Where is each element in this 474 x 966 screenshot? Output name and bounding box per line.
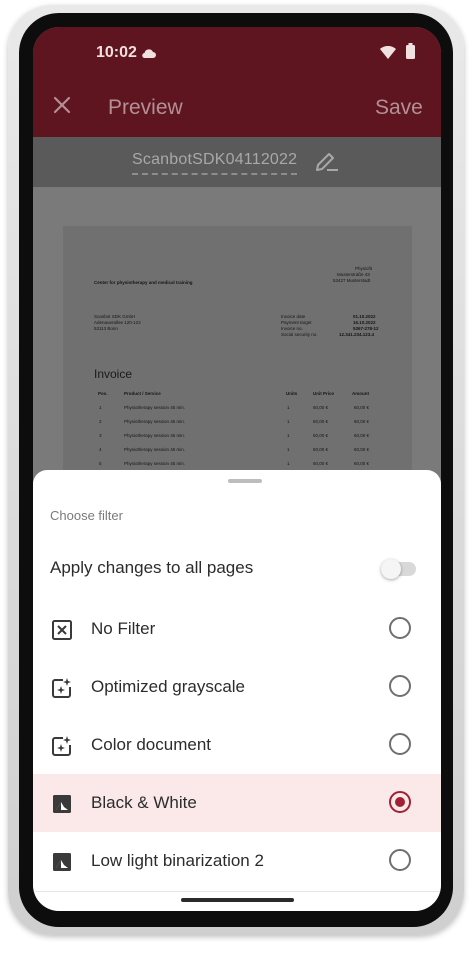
recipient-line: Adenauerallee 120-122: [94, 320, 141, 325]
meta-label: Social security no.: [281, 332, 318, 337]
no-filter-icon: [52, 620, 72, 640]
filter-label: No Filter: [91, 619, 156, 638]
meta-value: 16.10.2022: [353, 320, 376, 325]
recipient-line: 53113 Bonn: [94, 326, 118, 331]
screen: 10:02 Preview Save ScanbotSDK04112022 Ph…: [33, 27, 441, 911]
company-line: Physiofit: [355, 266, 373, 271]
table-header: Units: [286, 391, 298, 396]
status-time: 10:02: [96, 44, 137, 61]
gesture-navigation-bar[interactable]: [181, 898, 294, 902]
filter-label: Color document: [91, 735, 212, 754]
company-line: 53427 Musterstadt: [333, 278, 371, 283]
filter-label: Optimized grayscale: [91, 677, 246, 696]
drag-handle[interactable]: [228, 479, 262, 483]
wifi-icon: [380, 46, 396, 59]
company-line: Musterstraße 43: [337, 272, 370, 277]
edit-icon[interactable]: [314, 151, 340, 173]
filter-bottom-sheet: Choose filter Apply changes to all pages…: [33, 470, 441, 911]
contrast-image-icon: [53, 853, 71, 871]
sparkle-image-icon: [52, 678, 71, 698]
app-bar: 10:02 Preview Save: [33, 27, 441, 137]
filter-label: Low light binarization 2: [91, 851, 264, 870]
save-button[interactable]: Save: [375, 96, 423, 120]
radio-button[interactable]: [389, 849, 411, 871]
apply-all-label: Apply changes to all pages: [50, 558, 254, 577]
radio-button[interactable]: [389, 791, 411, 813]
filter-option-black-white[interactable]: Black & White: [33, 774, 441, 832]
table-header: Unit Price: [313, 391, 335, 396]
divider: [33, 891, 441, 892]
table-header: Pos.: [98, 391, 108, 396]
filter-option-optimized-grayscale[interactable]: Optimized grayscale: [33, 658, 441, 716]
filter-option-low-light-binarization-2[interactable]: Low light binarization 2: [33, 832, 441, 890]
toggle-knob: [381, 559, 401, 579]
filename-bar: ScanbotSDK04112022: [33, 137, 441, 187]
radio-button[interactable]: [389, 675, 411, 697]
meta-label: Payment target: [281, 320, 312, 325]
meta-label: Invoice date: [281, 314, 306, 319]
filename-field[interactable]: ScanbotSDK04112022: [132, 151, 298, 175]
contrast-image-icon: [53, 795, 71, 813]
meta-value: 5367-278-12: [353, 326, 379, 331]
close-icon[interactable]: [50, 93, 74, 117]
recipient-line: Scanbot SDK GmbH: [94, 314, 136, 319]
table-header: Amount: [352, 391, 369, 396]
meta-value: 01.10.2022: [353, 314, 376, 319]
radio-button[interactable]: [389, 733, 411, 755]
cloud-icon: [142, 49, 156, 58]
meta-value: 12.341.234.123.4: [339, 332, 375, 337]
radio-button[interactable]: [389, 617, 411, 639]
filter-label: Black & White: [91, 793, 197, 812]
filter-option-color-document[interactable]: Color document: [33, 716, 441, 774]
document-preview: Physiofit Musterstraße 43 53427 Musterst…: [63, 226, 412, 486]
sheet-title: Choose filter: [50, 508, 123, 523]
apply-all-row: Apply changes to all pages: [33, 546, 441, 590]
table-header: Product / Service: [124, 391, 161, 396]
page-title: Preview: [108, 96, 183, 119]
battery-icon: [406, 43, 415, 59]
meta-label: Invoice no.: [281, 326, 303, 331]
apply-all-toggle[interactable]: [381, 559, 416, 579]
filter-option-no-filter[interactable]: No Filter: [33, 600, 441, 658]
center-name: Center for physiotherapy and medical tra…: [94, 280, 193, 285]
invoice-heading: Invoice: [94, 367, 133, 381]
sparkle-image-icon: [52, 736, 71, 756]
